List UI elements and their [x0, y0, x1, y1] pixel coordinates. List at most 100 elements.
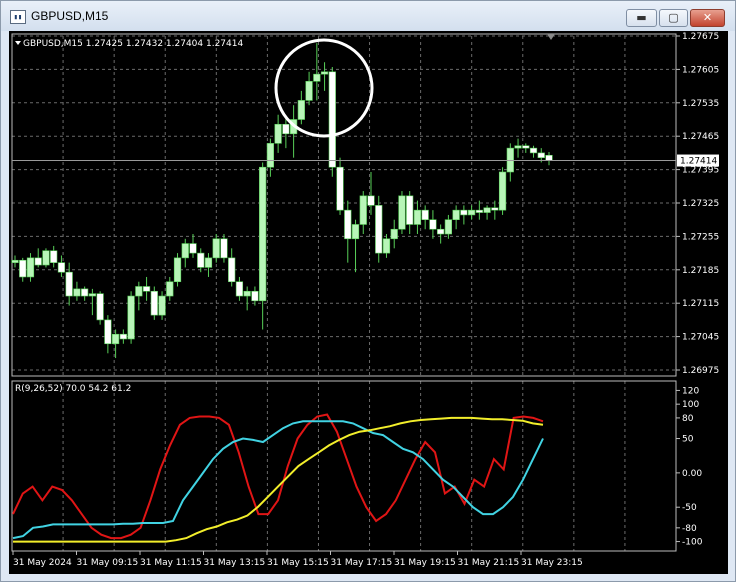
candle-body	[375, 205, 383, 254]
candle-body	[42, 250, 50, 266]
price-tick-label: 1.26975	[682, 366, 719, 376]
candle-body	[297, 100, 305, 120]
candle-body	[181, 243, 189, 259]
candle-body	[437, 228, 445, 235]
candle-body	[313, 73, 321, 82]
price-tick-label: 1.27395	[682, 166, 719, 176]
candle-body	[243, 290, 251, 297]
candle-body	[228, 257, 236, 283]
candle-body	[26, 257, 35, 278]
time-tick-label: 31 May 2024	[13, 558, 72, 568]
price-tick-label: 1.27185	[682, 266, 719, 276]
candle-body	[135, 286, 143, 297]
indicator-tick-label: 120	[682, 386, 699, 396]
candle-body	[150, 290, 158, 316]
candle-body	[413, 209, 422, 225]
price-tick-label: 1.27325	[682, 199, 719, 209]
candle-body	[382, 238, 391, 254]
candle-body	[537, 152, 545, 158]
time-tick-label: 31 May 19:15	[394, 558, 456, 568]
candle-body	[406, 195, 414, 225]
candle-body	[351, 224, 360, 240]
price-tick-label: 1.27045	[682, 333, 719, 343]
candle-body	[173, 257, 182, 283]
candle-body	[460, 209, 468, 216]
candle-body	[65, 271, 73, 297]
indicator-header: R(9,26,52) 70.0 54.2 61.2	[15, 384, 131, 394]
rsi-lines	[12, 413, 544, 543]
minimize-button[interactable]: ▬	[626, 9, 657, 27]
chart-header-arrow-icon	[15, 41, 21, 45]
candle-body	[452, 209, 460, 221]
candle-body	[545, 154, 553, 161]
candle-body	[19, 259, 27, 278]
candle-body	[197, 252, 205, 268]
indicator-panel-border	[11, 380, 677, 552]
rsi-fast-line	[12, 413, 544, 540]
candle-body	[398, 195, 406, 230]
price-tick-label: 1.27535	[682, 99, 719, 109]
time-tick-label: 31 May 11:15	[140, 558, 202, 568]
candle-body	[220, 238, 228, 259]
candle-body	[142, 286, 151, 292]
terminal-chart-window: ▮▮ GBPUSD,M15 ▬ ▢ ✕ 1.27675 1.27605 1.2753…	[0, 0, 736, 582]
time-tick-label: 31 May 09:15	[77, 558, 139, 568]
rsi-mid-line	[12, 420, 544, 540]
candle-body	[96, 293, 104, 321]
chart-area[interactable]: 1.27675 1.27605 1.27535 1.27465 1.27395 1.273…	[9, 31, 728, 574]
chart-frame	[11, 33, 677, 552]
time-tick-label: 31 May 13:15	[204, 558, 266, 568]
time-axis: 31 May 2024 31 May 09:15 31 May 11:15 31 Ma…	[12, 551, 583, 568]
chart-svg[interactable]: 1.27675 1.27605 1.27535 1.27465 1.27395 1.273…	[9, 31, 728, 574]
candle-body	[421, 209, 429, 221]
candle-body	[81, 288, 89, 297]
chart-window-icon: ▮▮	[10, 10, 26, 24]
main-panel-border	[11, 33, 677, 377]
candle-body	[259, 166, 267, 302]
close-button[interactable]: ✕	[690, 9, 725, 27]
indicator-tick-label: 100	[682, 400, 699, 410]
candle-body	[282, 123, 290, 135]
candle-body	[119, 333, 127, 340]
indicator-tick-label: -50	[682, 503, 697, 513]
candle-body	[189, 243, 197, 254]
candle-body	[498, 171, 507, 211]
price-tick-label: 1.27115	[682, 299, 719, 309]
candle-body	[34, 257, 42, 266]
candle-body	[320, 71, 329, 75]
candle-body	[11, 259, 19, 263]
candle-body	[166, 281, 174, 297]
candle-body	[57, 262, 66, 273]
candle-body	[429, 219, 437, 230]
chart-shift-marker-icon	[547, 34, 555, 40]
maximize-button[interactable]: ▢	[659, 9, 688, 27]
candle-body	[529, 147, 538, 154]
candle-body	[483, 207, 491, 213]
candle-body	[204, 257, 213, 268]
indicator-tick-label: 0.00	[682, 469, 702, 479]
candle-body	[112, 333, 120, 345]
time-tick-label: 31 May 23:15	[521, 558, 583, 568]
candle-body	[336, 166, 344, 211]
candle-body	[88, 293, 96, 297]
candle-body	[522, 145, 530, 149]
candle-body	[73, 288, 81, 297]
time-tick-label: 31 May 21:15	[458, 558, 520, 568]
indicator-tick-label: 80	[682, 414, 694, 424]
chart-header: GBPUSD,M15 1.27425 1.27432 1.27404 1.274…	[23, 39, 243, 49]
price-tick-label: 1.27465	[682, 132, 719, 142]
highlight-circle-annotation	[274, 38, 374, 138]
candle-body	[328, 71, 336, 168]
candle-body	[344, 209, 352, 240]
price-tick-label: 1.27255	[682, 232, 719, 242]
price-tick-label: 1.27605	[682, 65, 719, 75]
indicator-tick-label: -100	[682, 538, 703, 548]
rsi-slow-line	[13, 416, 544, 543]
candle-body	[468, 209, 476, 216]
time-tick-label: 31 May 15:15	[267, 558, 329, 568]
candle-body	[235, 281, 244, 297]
candle-body	[491, 207, 499, 211]
window-titlebar[interactable]: ▮▮ GBPUSD,M15 ▬ ▢ ✕	[1, 1, 735, 31]
current-price-label: 1.27414	[680, 157, 717, 167]
candle-body	[274, 123, 282, 144]
